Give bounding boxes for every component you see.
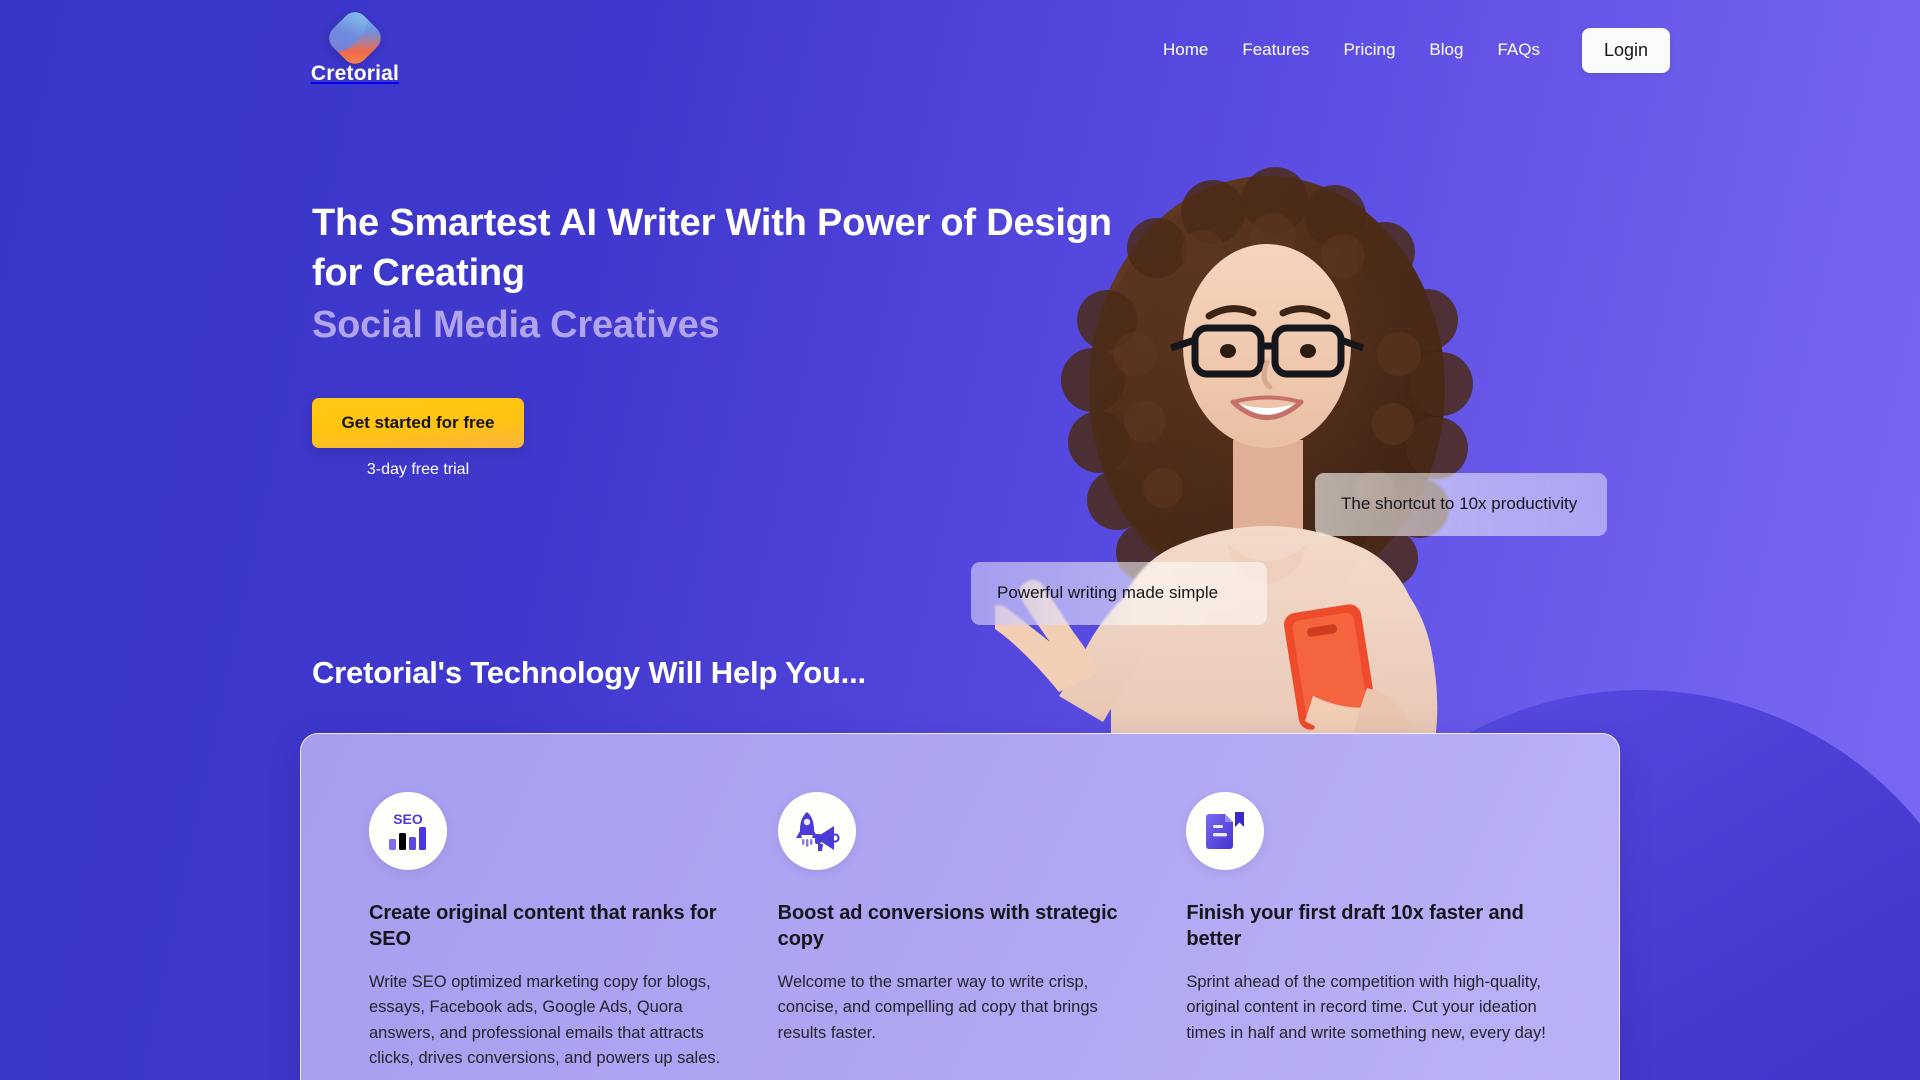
feature-card-ad-conversions: Boost ad conversions with strategic copy… [777,792,1143,1080]
main-navigation: Home Features Pricing Blog FAQs Login [1163,27,1670,73]
hero-cta-group: Get started for free 3-day free trial [312,398,524,479]
nav-link-home[interactable]: Home [1163,40,1208,60]
hero-section: The Smartest AI Writer With Power of Des… [312,198,1112,479]
floating-card-shortcut: The shortcut to 10x productivity [1315,473,1607,536]
floating-card-powerful: Powerful writing made simple [971,562,1267,625]
hero-title-line-1: The Smartest AI Writer With Power of Des… [312,202,1112,244]
brand-logo[interactable]: Cretorial [310,6,400,85]
feature-body: Sprint ahead of the competition with hig… [1186,972,1546,1042]
features-section-heading: Cretorial's Technology Will Help You... [312,655,866,690]
hero-title-line-2: for Creating [312,252,525,295]
feature-body: Write SEO optimized marketing copy for b… [369,972,721,1068]
free-trial-note: 3-day free trial [366,461,470,479]
nav-link-blog[interactable]: Blog [1429,40,1463,60]
rocket-megaphone-icon [777,792,856,870]
feature-title: Create original content that ranks for S… [369,902,717,951]
feature-card-seo: SEO Create original content that ranks f… [369,792,734,1080]
hero-subtitle: Social Media Creatives [312,304,720,347]
nav-link-features[interactable]: Features [1242,40,1309,60]
feature-title: Boost ad conversions with strategic copy [777,902,1118,951]
feature-card-first-draft: Finish your first draft 10x faster and b… [1186,792,1551,1080]
feature-title: Finish your first draft 10x faster and b… [1186,902,1524,951]
feature-body: Welcome to the smarter way to write cris… [777,972,1098,1042]
page-title: The Smartest AI Writer With Power of Des… [312,198,1112,298]
seo-bar-chart-icon: SEO [369,792,447,870]
login-button[interactable]: Login [1581,27,1670,73]
nav-link-faqs[interactable]: FAQs [1497,40,1540,60]
document-bookmark-icon [1186,792,1265,870]
nav-link-pricing[interactable]: Pricing [1343,40,1395,60]
cretorial-diamond-logo-icon [323,6,387,70]
brand-name: Cretorial [310,62,400,85]
features-panel: SEO Create original content that ranks f… [300,733,1620,1080]
svg-text:SEO: SEO [393,811,423,827]
get-started-button[interactable]: Get started for free [312,398,524,449]
site-header: Cretorial Home Features Pricing Blog FAQ… [0,0,1920,100]
